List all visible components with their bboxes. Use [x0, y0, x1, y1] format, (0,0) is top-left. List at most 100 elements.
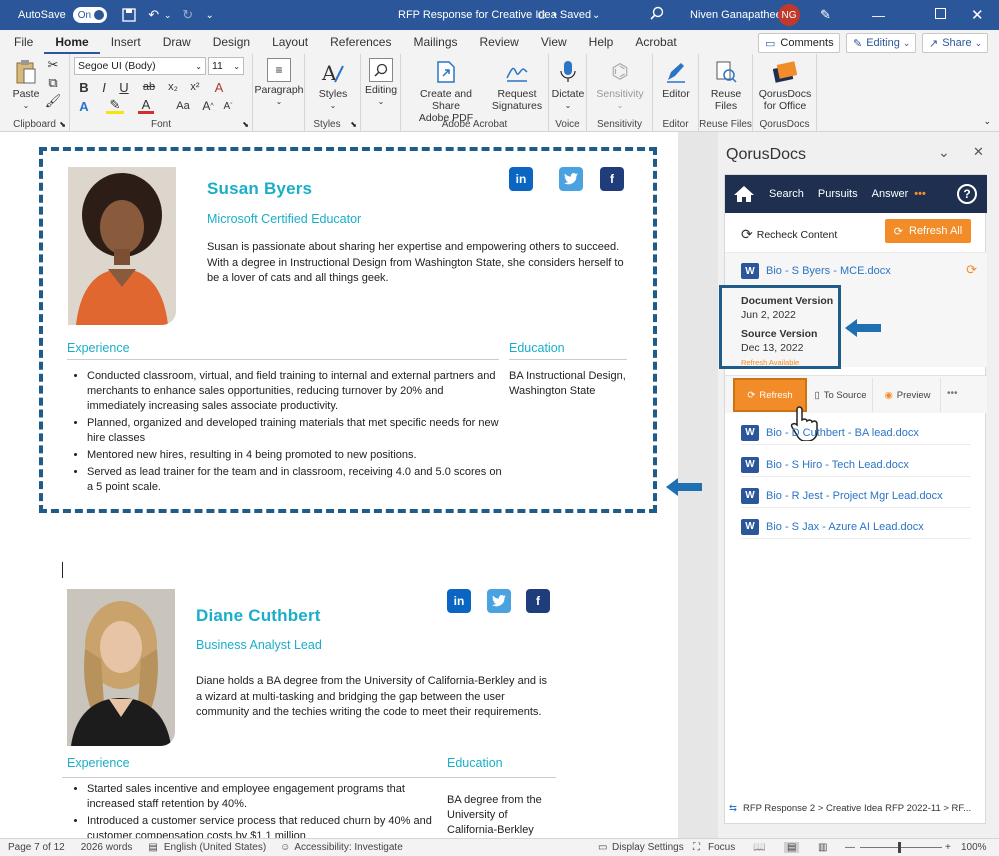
twitter-icon[interactable]: [487, 589, 511, 613]
italic-icon[interactable]: I: [96, 79, 112, 95]
list-item[interactable]: W Bio - S Hiro - Tech Lead.docx: [741, 453, 971, 477]
help-icon[interactable]: ?: [957, 184, 977, 204]
sensitivity-button[interactable]: ⌬ Sensitivity ⌄: [591, 58, 649, 112]
subscript-icon[interactable]: x₂: [164, 79, 182, 95]
paragraph-button[interactable]: ≡ Paragraph ⌄: [254, 58, 304, 108]
comments-button[interactable]: ▭ Comments: [758, 33, 840, 53]
nav-search[interactable]: Search: [769, 188, 804, 200]
avatar[interactable]: NG: [778, 4, 800, 26]
tab-acrobat[interactable]: Acrobat: [624, 30, 687, 54]
reuse-files-button[interactable]: Reuse Files: [703, 58, 749, 112]
language[interactable]: English (United States): [164, 842, 266, 853]
font-size-down-icon[interactable]: Aˇ: [220, 98, 236, 114]
close-pane-icon[interactable]: ✕: [973, 144, 984, 160]
zoom-in-icon[interactable]: +: [945, 842, 951, 853]
paste-button[interactable]: Paste ⌄: [8, 58, 44, 112]
tab-help[interactable]: Help: [578, 30, 625, 54]
web-layout-icon[interactable]: ▥: [818, 842, 827, 853]
accessibility-icon[interactable]: ☺: [280, 842, 290, 853]
proofing-icon[interactable]: ▤: [148, 842, 157, 853]
maximize-icon[interactable]: [935, 8, 946, 19]
breadcrumb[interactable]: ⇆ RFP Response 2 > Creative Idea RFP 202…: [729, 803, 971, 814]
user-name[interactable]: Niven Ganapathee: [690, 9, 782, 21]
qorusdocs-button[interactable]: QorusDocs for Office: [757, 58, 813, 112]
nav-answer[interactable]: Answer: [872, 188, 909, 200]
chevron-down-icon[interactable]: ⌄: [938, 144, 950, 161]
doc-link[interactable]: Bio - S Jax - Azure AI Lead.docx: [766, 521, 924, 533]
format-painter-icon[interactable]: 🖌: [45, 93, 62, 108]
read-mode-icon[interactable]: 📖: [753, 842, 765, 853]
redo-icon[interactable]: ↻: [179, 0, 197, 30]
underline-icon[interactable]: U: [116, 79, 132, 95]
doc-link[interactable]: Bio - S Byers - MCE.docx: [766, 265, 891, 277]
clipboard-launcher-icon[interactable]: ⬊: [59, 120, 66, 129]
dictate-button[interactable]: Dictate ⌄: [549, 58, 587, 112]
linkedin-icon[interactable]: in: [447, 589, 471, 613]
list-item[interactable]: W Bio - S Jax - Azure AI Lead.docx: [741, 515, 971, 539]
nav-more[interactable]: •••: [914, 188, 926, 200]
customize-toolbar-icon[interactable]: ⌄: [203, 0, 217, 30]
clear-formatting-icon[interactable]: A: [210, 79, 228, 95]
close-icon[interactable]: ✕: [971, 6, 984, 24]
display-settings[interactable]: Display Settings: [612, 842, 684, 853]
word-count[interactable]: 2026 words: [81, 842, 133, 853]
minimize-icon[interactable]: —: [872, 8, 885, 23]
tab-draw[interactable]: Draw: [152, 30, 202, 54]
create-share-pdf-button[interactable]: Create and Share Adobe PDF: [407, 58, 485, 124]
strikethrough-icon[interactable]: ab: [140, 79, 158, 95]
editor-button[interactable]: Editor: [655, 58, 697, 100]
editing-button[interactable]: Editing ⌄: [361, 58, 401, 108]
facebook-icon[interactable]: f: [526, 589, 550, 613]
bold-icon[interactable]: B: [76, 79, 92, 95]
autosave-toggle[interactable]: On: [72, 7, 107, 23]
facebook-icon[interactable]: f: [600, 167, 624, 191]
doc-link[interactable]: Bio - R Jest - Project Mgr Lead.docx: [766, 490, 943, 502]
save-status-dropdown-icon[interactable]: ⌄: [592, 10, 600, 21]
linkedin-icon[interactable]: in: [509, 167, 533, 191]
change-case-icon[interactable]: Aa: [170, 98, 196, 114]
tab-review[interactable]: Review: [469, 30, 530, 54]
undo-dropdown-icon[interactable]: ⌄: [163, 0, 173, 30]
tab-layout[interactable]: Layout: [261, 30, 319, 54]
font-size-select[interactable]: 11 ⌄: [208, 57, 244, 75]
zoom-slider-thumb[interactable]: [898, 842, 901, 853]
text-effects-icon[interactable]: A: [76, 98, 92, 114]
accessibility-status[interactable]: Accessibility: Investigate: [294, 842, 402, 853]
font-name-select[interactable]: Segoe UI (Body) ⌄: [74, 57, 206, 75]
more-actions-button[interactable]: •••: [947, 388, 958, 399]
copy-icon[interactable]: ⧉: [46, 75, 60, 90]
font-color-icon[interactable]: A: [138, 97, 154, 114]
tab-file[interactable]: File: [0, 30, 44, 54]
request-signatures-button[interactable]: Request Signatures: [489, 58, 545, 112]
doc-link[interactable]: Bio - D Cuthbert - BA lead.docx: [766, 427, 919, 439]
styles-button[interactable]: A Styles ⌄: [311, 58, 355, 112]
doc-link[interactable]: Bio - S Hiro - Tech Lead.docx: [766, 459, 909, 471]
tab-view[interactable]: View: [530, 30, 578, 54]
zoom-out-icon[interactable]: —: [845, 842, 855, 853]
undo-icon[interactable]: ↶: [145, 0, 163, 30]
focus-button[interactable]: Focus: [708, 842, 735, 853]
twitter-icon[interactable]: [559, 167, 583, 191]
cut-icon[interactable]: ✂: [46, 57, 60, 72]
font-launcher-icon[interactable]: ⬊: [242, 120, 249, 129]
focus-icon[interactable]: ⛶: [693, 842, 700, 853]
home-icon[interactable]: [733, 184, 755, 204]
styles-launcher-icon[interactable]: ⬊: [350, 120, 357, 129]
print-layout-icon[interactable]: ▤: [784, 842, 800, 853]
recheck-button[interactable]: ⟳ Recheck Content: [741, 226, 837, 243]
save-icon[interactable]: [119, 0, 139, 30]
tab-design[interactable]: Design: [202, 30, 261, 54]
save-status[interactable]: • Saved: [553, 9, 591, 21]
tab-home[interactable]: Home: [44, 30, 100, 54]
tab-insert[interactable]: Insert: [100, 30, 152, 54]
tab-mailings[interactable]: Mailings: [402, 30, 468, 54]
share-button[interactable]: ↗ Share ⌄: [922, 33, 988, 53]
page-count[interactable]: Page 7 of 12: [8, 842, 65, 853]
tab-references[interactable]: References: [319, 30, 402, 54]
font-size-up-icon[interactable]: A ^: [200, 98, 216, 114]
superscript-icon[interactable]: x²: [186, 79, 204, 95]
editing-mode-button[interactable]: ✎ Editing ⌄: [846, 33, 916, 53]
display-settings-icon[interactable]: ▭: [598, 842, 607, 853]
list-item[interactable]: W Bio - D Cuthbert - BA lead.docx: [741, 421, 971, 445]
ribbon-collapse-icon[interactable]: ⌄: [983, 116, 991, 127]
